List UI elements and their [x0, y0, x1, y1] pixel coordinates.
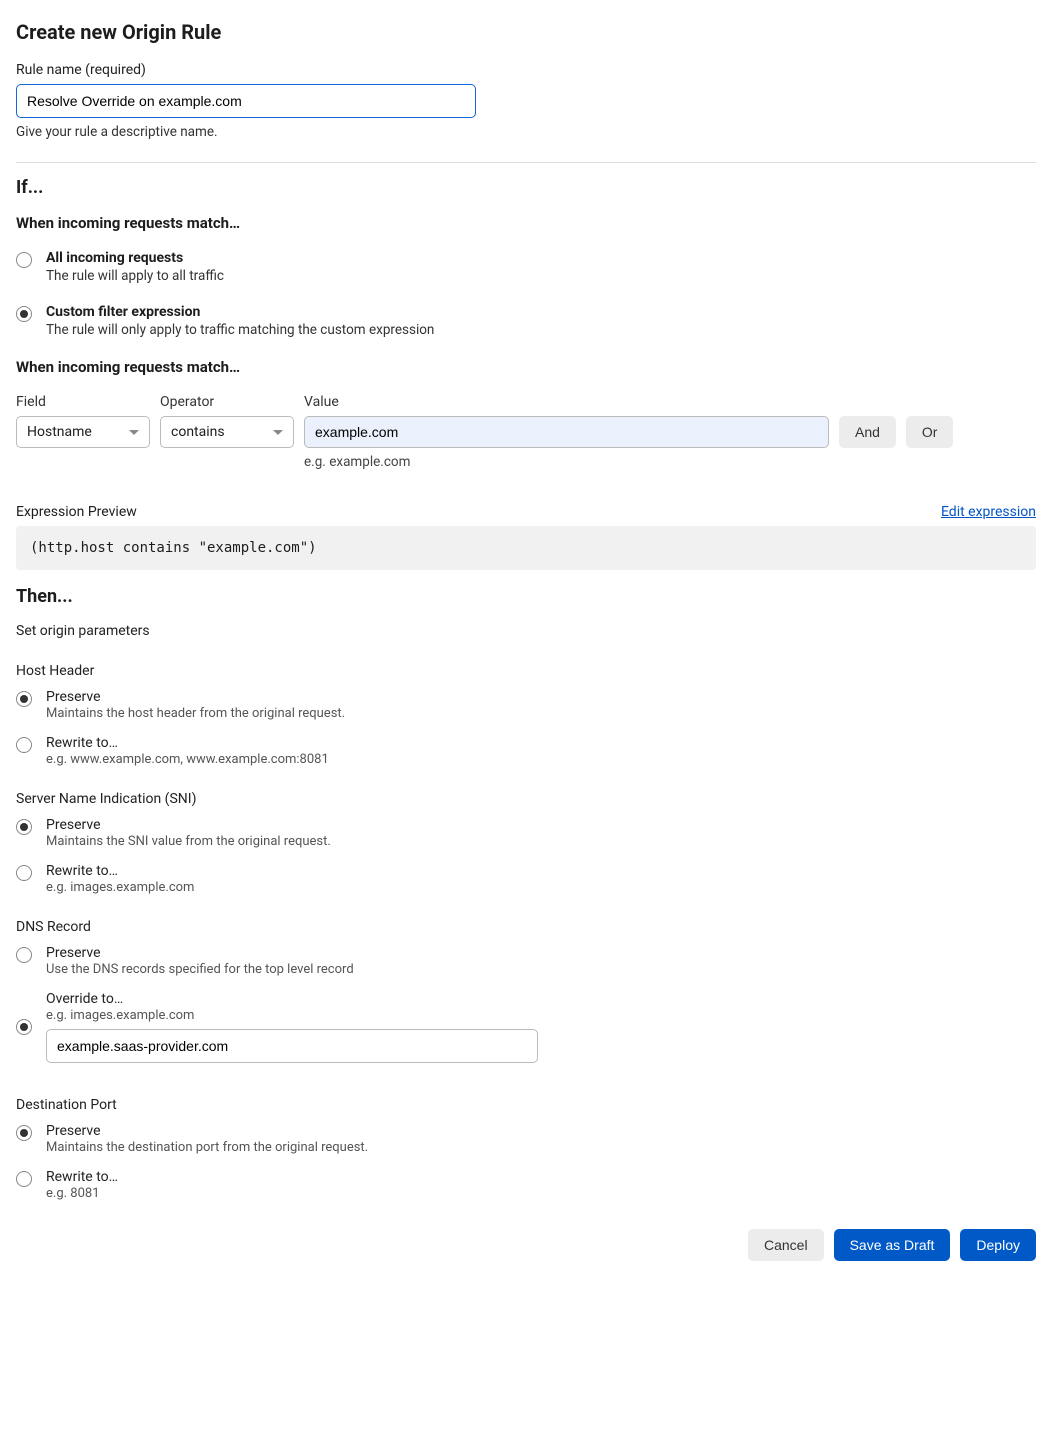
chevron-down-icon — [273, 430, 283, 435]
operator-select-value: contains — [171, 424, 225, 440]
radio-host-rewrite[interactable] — [16, 737, 32, 753]
cancel-button[interactable]: Cancel — [748, 1229, 824, 1261]
divider — [16, 162, 1036, 163]
radio-host-preserve[interactable] — [16, 691, 32, 707]
if-heading: If... — [16, 177, 1036, 198]
port-rewrite-title: Rewrite to… — [46, 1169, 118, 1185]
value-input[interactable] — [304, 416, 829, 448]
operator-col-label: Operator — [160, 394, 294, 410]
dns-preserve-desc: Use the DNS records specified for the to… — [46, 962, 354, 977]
chevron-down-icon — [129, 430, 139, 435]
operator-select[interactable]: contains — [160, 416, 294, 448]
field-select[interactable]: Hostname — [16, 416, 150, 448]
radio-port-rewrite[interactable] — [16, 1171, 32, 1187]
field-select-value: Hostname — [27, 424, 92, 440]
port-rewrite-desc: e.g. 8081 — [46, 1186, 118, 1201]
port-preserve-desc: Maintains the destination port from the … — [46, 1140, 368, 1155]
then-heading: Then... — [16, 586, 1036, 607]
host-rewrite-title: Rewrite to… — [46, 735, 329, 751]
dns-override-input[interactable] — [46, 1029, 538, 1063]
radio-custom-desc: The rule will only apply to traffic matc… — [46, 322, 434, 338]
expression-preview: (http.host contains "example.com") — [16, 526, 1036, 570]
deploy-button[interactable]: Deploy — [960, 1229, 1036, 1261]
and-button[interactable]: And — [839, 416, 896, 448]
save-draft-button[interactable]: Save as Draft — [834, 1229, 951, 1261]
radio-dns-override[interactable] — [16, 1019, 32, 1035]
value-example: e.g. example.com — [304, 454, 829, 470]
rule-name-hint: Give your rule a descriptive name. — [16, 124, 1036, 140]
radio-all-requests[interactable] — [16, 252, 32, 268]
page-title: Create new Origin Rule — [16, 20, 1036, 44]
radio-custom-title: Custom filter expression — [46, 304, 434, 320]
value-col-label: Value — [304, 394, 829, 410]
rule-name-label: Rule name (required) — [16, 62, 1036, 78]
rule-name-input[interactable] — [16, 84, 476, 118]
port-label: Destination Port — [16, 1097, 1036, 1113]
sni-preserve-desc: Maintains the SNI value from the origina… — [46, 834, 331, 849]
host-header-label: Host Header — [16, 663, 1036, 679]
filter-row: Field Hostname Operator contains Value e… — [16, 394, 1036, 470]
dns-preserve-title: Preserve — [46, 945, 354, 961]
field-col-label: Field — [16, 394, 150, 410]
sni-preserve-title: Preserve — [46, 817, 331, 833]
expression-preview-label: Expression Preview — [16, 504, 137, 520]
port-preserve-title: Preserve — [46, 1123, 368, 1139]
radio-dns-preserve[interactable] — [16, 947, 32, 963]
then-sub: Set origin parameters — [16, 623, 1036, 639]
sni-rewrite-title: Rewrite to… — [46, 863, 194, 879]
dns-label: DNS Record — [16, 919, 1036, 935]
sni-label: Server Name Indication (SNI) — [16, 791, 1036, 807]
sni-rewrite-desc: e.g. images.example.com — [46, 880, 194, 895]
radio-all-title: All incoming requests — [46, 250, 224, 266]
radio-sni-rewrite[interactable] — [16, 865, 32, 881]
host-preserve-desc: Maintains the host header from the origi… — [46, 706, 345, 721]
radio-all-desc: The rule will apply to all traffic — [46, 268, 224, 284]
edit-expression-link[interactable]: Edit expression — [941, 504, 1036, 520]
radio-sni-preserve[interactable] — [16, 819, 32, 835]
match-heading: When incoming requests match… — [16, 358, 1036, 376]
if-subheading: When incoming requests match… — [16, 214, 1036, 232]
dns-override-desc: e.g. images.example.com — [46, 1008, 538, 1023]
or-button[interactable]: Or — [906, 416, 954, 448]
host-preserve-title: Preserve — [46, 689, 345, 705]
host-rewrite-desc: e.g. www.example.com, www.example.com:80… — [46, 752, 329, 767]
radio-custom-expression[interactable] — [16, 306, 32, 322]
radio-port-preserve[interactable] — [16, 1125, 32, 1141]
dns-override-title: Override to… — [46, 991, 538, 1007]
